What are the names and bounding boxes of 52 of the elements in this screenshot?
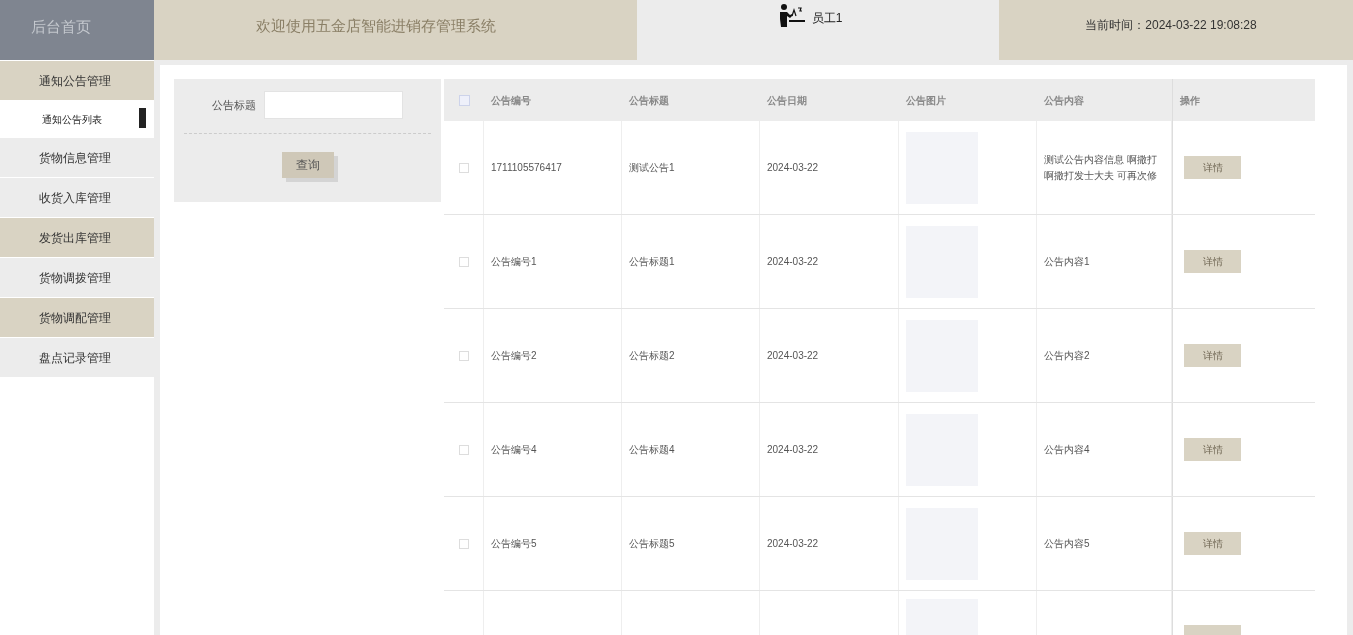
- row-checkbox[interactable]: [458, 350, 469, 361]
- system-title: 欢迎使用五金店智能进销存管理系统: [255, 16, 496, 36]
- table-cell-text: 2024-03-22: [767, 443, 819, 457]
- sidebar-item[interactable]: 发货出库管理: [0, 218, 154, 257]
- row-checkbox[interactable]: [458, 538, 469, 549]
- column-header: 公告内容: [1044, 93, 1084, 108]
- table-cell-text: 公告标题2: [629, 349, 675, 363]
- select-all-checkbox[interactable]: [458, 94, 470, 106]
- active-indicator: [139, 108, 146, 128]
- row-checkbox[interactable]: [458, 444, 469, 455]
- sidebar-item[interactable]: 盘点记录管理: [0, 338, 154, 377]
- column-header: 公告编号: [491, 93, 531, 108]
- sidebar-item[interactable]: 货物调配管理: [0, 298, 154, 337]
- detail-button[interactable]: 详情: [1184, 532, 1241, 555]
- table-cell-text: 公告内容4: [1044, 442, 1090, 457]
- detail-button[interactable]: 详情: [1184, 438, 1241, 461]
- table-cell-text: 公告编号4: [491, 443, 537, 457]
- user-name[interactable]: 员工1: [811, 9, 843, 27]
- current-time: 当前时间：2024-03-22 19:08:28: [1085, 17, 1257, 34]
- table-cell-text: 公告编号5: [491, 537, 537, 551]
- table-cell-text: 2024-03-22: [767, 255, 819, 269]
- table-cell-text: 公告标题1: [629, 255, 675, 269]
- detail-button[interactable]: 详情: [1184, 344, 1241, 367]
- table-cell-text: 2024-03-22: [767, 537, 819, 551]
- column-header: 操作: [1180, 93, 1200, 108]
- table-cell-text: 测试公告1: [629, 161, 675, 175]
- sidebar-item[interactable]: 货物调拨管理: [0, 258, 154, 297]
- sidebar-item[interactable]: 收货入库管理: [0, 178, 154, 217]
- row-checkbox[interactable]: [458, 162, 469, 173]
- column-header: 公告日期: [767, 93, 807, 108]
- teacher-icon: [777, 3, 808, 27]
- table-cell-text: 公告编号2: [491, 349, 537, 363]
- table-cell-text: 公告内容5: [1044, 536, 1090, 551]
- sidebar-item[interactable]: 货物信息管理: [0, 138, 154, 177]
- table-cell-text: 2024-03-22: [767, 349, 819, 363]
- column-header: 公告标题: [629, 93, 669, 108]
- table-cell-text: 公告标题5: [629, 537, 675, 551]
- table-cell-text: 测试公告内容信息 啊撒打: [1044, 152, 1157, 167]
- title-input-field[interactable]: [264, 91, 403, 119]
- table-cell-text: 公告标题4: [629, 443, 675, 457]
- table-cell-text: 公告编号1: [491, 255, 537, 269]
- table-cell-text: 啊撒打发士大夫 可再次修: [1044, 168, 1157, 183]
- table-cell-text: 公告内容1: [1044, 254, 1090, 269]
- row-checkbox[interactable]: [458, 256, 469, 267]
- table-cell-text: 1711105576417: [491, 161, 562, 175]
- sidebar-item[interactable]: 通知公告管理: [0, 61, 154, 100]
- table-cell-text: 2024-03-22: [767, 161, 819, 175]
- column-header: 公告图片: [906, 93, 946, 108]
- table-cell-text: 公告内容2: [1044, 348, 1090, 363]
- detail-button[interactable]: 详情: [1184, 156, 1241, 179]
- field-label: 公告标题: [212, 97, 256, 113]
- detail-button[interactable]: 详情: [1184, 250, 1241, 273]
